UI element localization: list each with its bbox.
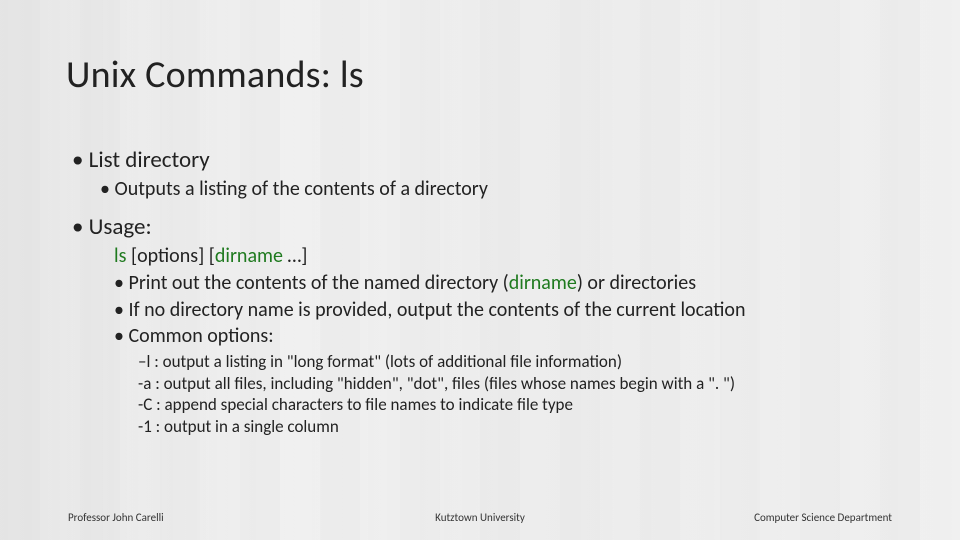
opt-1: -1 : output in a single column [138,416,930,438]
opt-c: -C : append special characters to file n… [138,394,930,416]
slide-footer: Professor John Carelli Kutztown Universi… [0,511,960,524]
print-contents-b: ) or directories [577,271,696,295]
bullet-list-directory: List directory [72,146,930,175]
usage-dirname: dirname [215,244,283,268]
usage-args: [options] [ [126,244,214,268]
bullet-usage: Usage: [72,213,930,242]
footer-center: Kutztown University [0,511,960,524]
opt-l: –l : output a listing in "long format" (… [138,351,930,373]
bullet-no-dir: If no directory name is provided, output… [114,298,930,324]
opt-a: -a : output all files, including "hidden… [138,373,930,395]
bullet-print-contents: Print out the contents of the named dire… [114,271,930,297]
print-contents-a: Print out the contents of the named dire… [128,271,508,295]
slide-title: Unix Commands: ls [66,52,364,98]
usage-cmd: ls [114,244,126,268]
usage-line: ls [options] [dirname …] [114,244,930,270]
print-contents-dirname: dirname [509,271,577,295]
bullet-outputs: Outputs a listing of the contents of a d… [100,177,930,203]
slide-content: List directory Outputs a listing of the … [72,140,930,438]
slide: Unix Commands: ls List directory Outputs… [0,0,960,540]
bullet-common-options: Common options: [114,324,930,350]
usage-tail: …] [283,244,307,268]
